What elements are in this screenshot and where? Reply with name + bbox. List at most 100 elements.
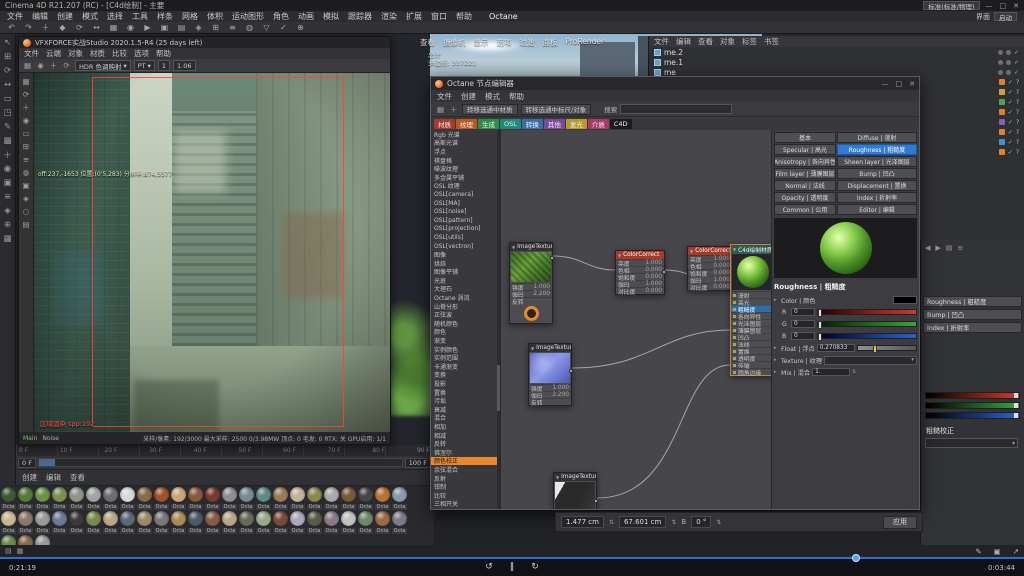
tool-icon[interactable]: ⟳ [1, 64, 14, 77]
viewer-side-icon[interactable]: ⊞ [21, 141, 32, 152]
node-header[interactable]: ▼ImageTexture [510, 243, 552, 251]
node-type-item[interactable]: 钳制 [431, 482, 500, 491]
node-type-item[interactable]: OSL[noise] [431, 207, 500, 216]
node-editor-menu-item[interactable]: 创建 [461, 91, 476, 102]
coord-r-field[interactable]: 0 ° [691, 516, 711, 528]
node-type-item[interactable]: 卡通渐变 [431, 362, 500, 371]
playback-control-icon[interactable]: ↻ [531, 562, 539, 572]
node-type-item[interactable]: OSL[vectron] [431, 242, 500, 251]
channel-button[interactable]: Sheen layer | 光泽图层 [837, 156, 917, 167]
node-type-item[interactable]: 置换 [431, 388, 500, 397]
rgb-slider[interactable] [817, 333, 917, 339]
object-manager-menu-item[interactable]: 查看 [698, 36, 713, 47]
material-swatch[interactable] [392, 487, 407, 502]
node-header[interactable]: ▼ImageTexture [529, 344, 571, 352]
channel-button[interactable]: Anisotropy | 各向异性 [774, 156, 836, 167]
mix-value-field[interactable]: 1. [812, 368, 850, 376]
node-type-item[interactable]: 烘焙 [431, 259, 500, 268]
material-swatch[interactable] [103, 511, 118, 526]
node-type-item[interactable]: 反射 [431, 474, 500, 483]
node-category-tab[interactable]: 材质 [434, 119, 455, 129]
render-preset-box[interactable]: 标准(标准/物理) [923, 1, 979, 10]
tool-icon[interactable]: ↖ [1, 36, 14, 49]
material-swatch[interactable] [375, 487, 390, 502]
slider-handle[interactable] [818, 333, 822, 341]
material-tag-icon[interactable] [999, 109, 1005, 115]
material-swatch[interactable] [1, 487, 16, 502]
node-type-item[interactable]: 噪波纹理 [431, 164, 500, 173]
channel-button[interactable]: Editor | 编辑 [837, 204, 917, 215]
object-manager-menu-item[interactable]: 标签 [742, 36, 757, 47]
live-viewer-menu-item[interactable]: 选项 [134, 48, 149, 59]
material-swatch[interactable] [35, 511, 50, 526]
status-action-icon[interactable]: ↗ [1013, 547, 1019, 556]
material-swatch[interactable] [307, 487, 322, 502]
toolbar-icon[interactable]: ↶ [4, 22, 19, 33]
channel-button[interactable]: Common | 公用 [774, 204, 836, 215]
menu-item[interactable]: 跟踪器 [348, 11, 372, 22]
caret-icon[interactable]: ▸ [774, 345, 779, 351]
viewer-side-icon[interactable]: ▭ [21, 128, 32, 139]
node-type-item[interactable]: 衰减 [431, 405, 500, 414]
channel-button[interactable]: Displacement | 置换 [837, 180, 917, 191]
menu-item[interactable]: 编辑 [32, 11, 48, 22]
status-action-icon[interactable]: ✎ [975, 547, 981, 556]
tool-icon[interactable]: ▦ [1, 232, 14, 245]
material-manager-menu-item[interactable]: 编辑 [46, 472, 61, 483]
rgb-value-field[interactable]: 0 [791, 308, 815, 316]
status-icon[interactable]: ▦ [17, 547, 24, 555]
status-action-icon[interactable]: ▣ [994, 547, 1001, 556]
material-manager-menu-item[interactable]: 创建 [22, 472, 37, 483]
node-param-row[interactable]: 对比度0.000 [616, 287, 664, 294]
viewer-toolbar-icon[interactable]: ＋ [48, 60, 59, 71]
channel-button[interactable]: Film layer | 薄膜图层 [774, 168, 836, 179]
viewport-menu-item[interactable]: 查看 [420, 37, 435, 48]
node-type-item[interactable]: 图像平铺 [431, 268, 500, 277]
node-type-item[interactable]: 变换 [431, 371, 500, 380]
float-slider[interactable] [857, 345, 917, 351]
search-input[interactable] [620, 104, 732, 114]
node-type-item[interactable]: 实例范围 [431, 353, 500, 362]
material-swatch[interactable] [103, 487, 118, 502]
material-swatch[interactable] [205, 511, 220, 526]
gradient-handle[interactable] [1014, 403, 1018, 408]
viewer-side-icon[interactable]: ▣ [21, 180, 32, 191]
object-manager-menu-item[interactable]: 对象 [720, 36, 735, 47]
live-viewer-titlebar[interactable]: VFXFORCE实战Studio 2020.1.5-R4 (25 days le… [19, 37, 390, 48]
material-swatch[interactable] [358, 487, 373, 502]
viewer-side-icon[interactable]: ≡ [21, 154, 32, 165]
material-swatch[interactable] [137, 511, 152, 526]
node-graph[interactable]: ▼ImageTexture 强度1.000伽玛2.200反转 ▼ColorCor… [501, 130, 771, 509]
tool-icon[interactable]: ⊞ [1, 50, 14, 63]
menu-item[interactable]: 帮助 [456, 11, 472, 22]
node-type-item[interactable]: OSL 纹理 [431, 182, 500, 191]
toolbar-icon[interactable]: ↔ [89, 22, 104, 33]
material-swatch[interactable] [18, 487, 33, 502]
rgb-slider[interactable] [817, 321, 917, 327]
menu-item[interactable]: 文件 [7, 11, 23, 22]
toolbar-icon[interactable]: ⊕ [293, 22, 308, 33]
node-material[interactable]: ▼C4d绘制材质 漫射高光粗糙度各向异性光泽图层薄膜图层凹凸法线置换透明度传输圆… [730, 244, 771, 376]
menu-item[interactable]: 动画 [298, 11, 314, 22]
node-type-item[interactable]: OSL[MA] [431, 199, 500, 208]
live-viewer-menu-item[interactable]: 云端 [46, 48, 61, 59]
material-swatch[interactable] [120, 487, 135, 502]
progress-line[interactable] [0, 557, 1024, 559]
node-param-row[interactable]: 对比度0.000 [688, 283, 732, 290]
object-row[interactable]: me.1 ✓ [649, 57, 1024, 67]
node-type-item[interactable]: 棋盘格 [431, 156, 500, 165]
viewer-side-icon[interactable]: ＋ [21, 102, 32, 113]
viewport-menu-item[interactable]: 面板 [543, 37, 558, 48]
viewer-side-icon[interactable]: ◈ [21, 193, 32, 204]
material-swatch[interactable] [256, 487, 271, 502]
visibility-dot[interactable] [998, 70, 1003, 75]
material-swatch[interactable] [18, 511, 33, 526]
channel-button[interactable]: Bump | 凹凸 [923, 309, 1022, 320]
texture-dropdown[interactable]: ▾ [824, 356, 917, 365]
material-swatch[interactable] [222, 487, 237, 502]
object-manager-menu-item[interactable]: 文件 [654, 36, 669, 47]
rgb-value-field[interactable]: 0 [791, 332, 815, 340]
material-tag-icon[interactable] [999, 89, 1005, 95]
material-tag-icon[interactable] [999, 139, 1005, 145]
material-swatch[interactable] [256, 511, 271, 526]
